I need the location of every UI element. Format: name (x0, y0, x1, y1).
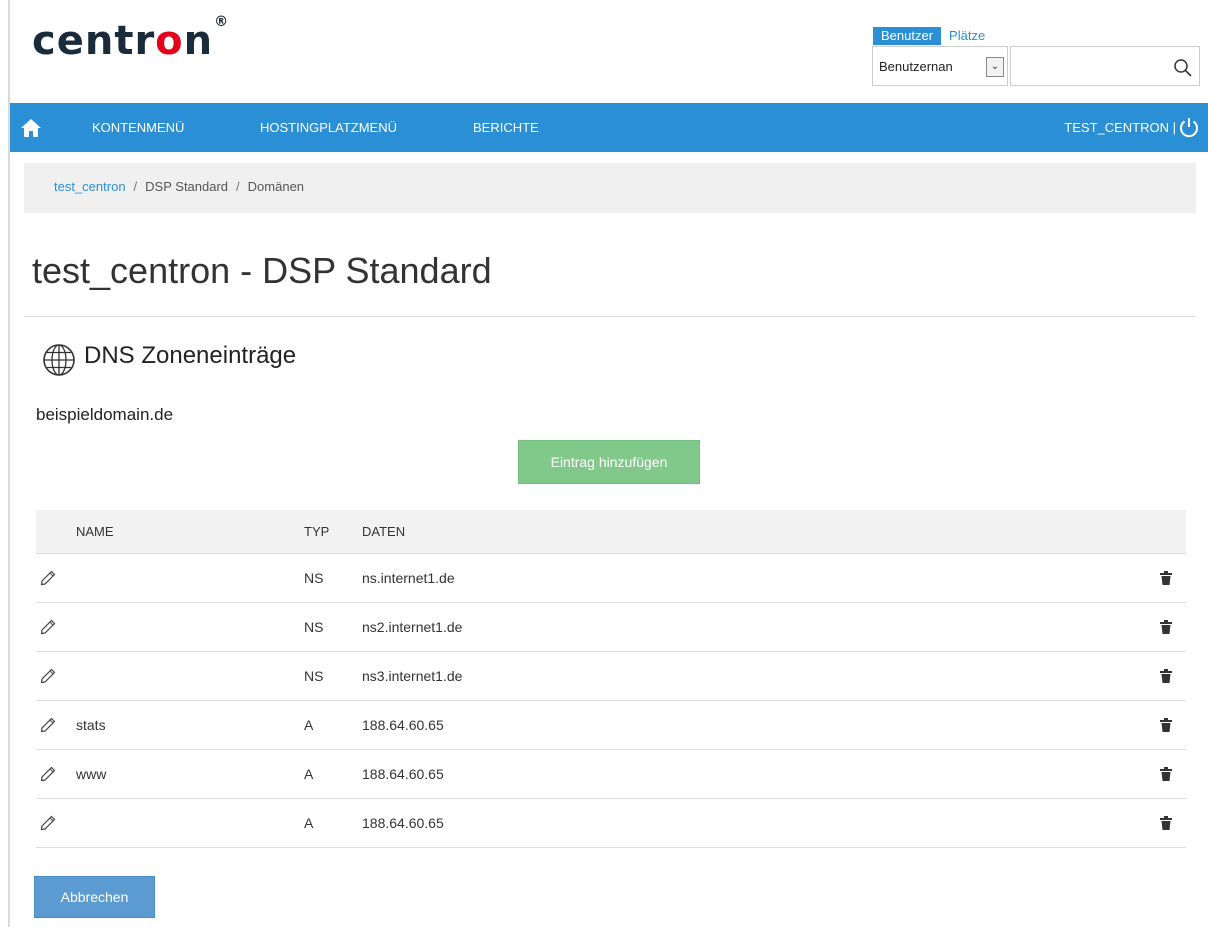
table-row: NS ns.internet1.de (36, 554, 1186, 603)
table-row: NS ns2.internet1.de (36, 603, 1186, 652)
search-input[interactable] (1010, 46, 1200, 86)
trash-icon[interactable] (1160, 718, 1172, 732)
record-name: stats (76, 717, 106, 733)
table-header: NAME TYP DATEN (36, 510, 1186, 554)
table-row: A 188.64.60.65 (36, 799, 1186, 848)
chevron-down-icon[interactable]: ⌄ (986, 57, 1004, 77)
column-header-data: DATEN (362, 524, 406, 539)
breadcrumb-item-current: Domänen (247, 179, 305, 194)
record-data: ns.internet1.de (362, 570, 455, 586)
search-select-value: Benutzernan (879, 58, 953, 74)
domain-name: beispieldomain.de (36, 405, 174, 424)
add-entry-button[interactable]: Eintrag hinzufügen (518, 440, 700, 484)
breadcrumb-separator: / (236, 179, 240, 194)
pencil-icon[interactable] (40, 766, 56, 782)
column-header-type: TYP (304, 524, 330, 539)
breadcrumb-link-account[interactable]: test_centron (54, 179, 126, 194)
search-field-select[interactable]: Benutzernan ⌄ (872, 46, 1008, 86)
column-header-name: NAME (76, 524, 114, 539)
record-data: ns3.internet1.de (362, 668, 463, 684)
globe-icon (43, 344, 75, 376)
record-data: ns2.internet1.de (362, 619, 463, 635)
record-type: A (304, 717, 314, 733)
pencil-icon[interactable] (40, 619, 56, 635)
nav-hostingplatzmenu[interactable]: HOSTINGPLATZMENÜ (260, 103, 397, 152)
record-type: NS (304, 619, 324, 635)
breadcrumb-separator: / (133, 179, 138, 194)
record-data: 188.64.60.65 (362, 717, 444, 733)
main-navbar: KONTENMENÜ HOSTINGPLATZMENÜ BERICHTE TES… (10, 103, 1208, 152)
power-icon[interactable] (1178, 116, 1200, 138)
nav-user-label[interactable]: TEST_CENTRON | (1064, 103, 1176, 152)
breadcrumb-item-plan: DSP Standard (145, 179, 229, 194)
divider (24, 316, 1196, 317)
table-row: stats A 188.64.60.65 (36, 701, 1186, 750)
trash-icon[interactable] (1160, 767, 1172, 781)
trash-icon[interactable] (1160, 669, 1172, 683)
nav-berichte[interactable]: BERICHTE (473, 103, 539, 152)
tab-benutzer[interactable]: Benutzer (873, 27, 942, 45)
record-type: NS (304, 668, 324, 684)
record-type: NS (304, 570, 324, 586)
record-type: A (304, 815, 314, 831)
search-icon[interactable] (1173, 58, 1193, 78)
breadcrumb: test_centron / DSP Standard / Domänen (24, 163, 1196, 213)
pencil-icon[interactable] (40, 717, 56, 733)
pencil-icon[interactable] (40, 668, 56, 684)
nav-kontenmenu[interactable]: KONTENMENÜ (92, 103, 184, 152)
record-name: www (76, 766, 107, 782)
trash-icon[interactable] (1160, 816, 1172, 830)
table-row: www A 188.64.60.65 (36, 750, 1186, 799)
home-icon[interactable] (20, 117, 42, 139)
record-data: 188.64.60.65 (362, 815, 444, 831)
cancel-button[interactable]: Abbrechen (34, 876, 155, 918)
section-title: DNS Zoneneinträge (84, 342, 297, 369)
tab-plaetze[interactable]: Plätze (941, 27, 993, 45)
pencil-icon[interactable] (40, 570, 56, 586)
page-title: test_centron - DSP Standard (32, 250, 492, 291)
record-data: 188.64.60.65 (362, 766, 444, 782)
trash-icon[interactable] (1160, 620, 1172, 634)
centron-logo[interactable]: centron® (32, 14, 229, 64)
dns-records-table: NAME TYP DATEN NS ns.internet1.de NS ns2.in… (36, 510, 1186, 848)
trash-icon[interactable] (1160, 571, 1172, 585)
table-row: NS ns3.internet1.de (36, 652, 1186, 701)
pencil-icon[interactable] (40, 815, 56, 831)
record-type: A (304, 766, 314, 782)
search-scope-tabs: Benutzer Plätze (873, 27, 993, 45)
